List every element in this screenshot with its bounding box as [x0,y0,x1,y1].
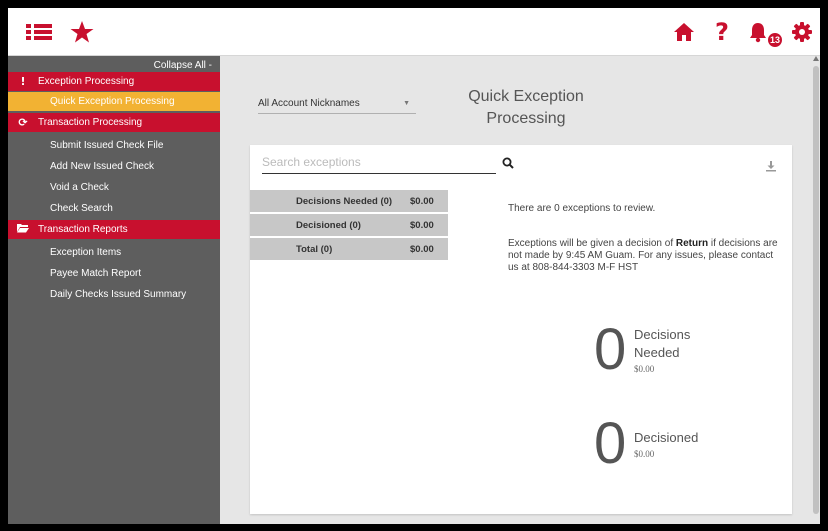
decision-summary-table: Decisions Needed (0) $0.00 Decisioned (0… [250,190,448,262]
decisioned-summary: 0 Decisioned $0.00 [594,415,698,473]
stat-row-total: Total (0) $0.00 [250,238,448,262]
sidebar-item-void-a-check[interactable]: Void a Check [8,178,220,197]
summary-label-line1: Decisioned [634,430,699,445]
scrollbar-thumb[interactable] [813,66,819,514]
exclamation-icon: ! [20,75,26,88]
stat-row-decisioned: Decisioned (0) $0.00 [250,214,448,238]
summary-amount: $0.00 [634,449,655,459]
sidebar: Collapse All - ! Exception Processing Qu… [8,56,220,524]
decisions-needed-summary: 0 Decisions Needed $0.00 [594,321,690,379]
summary-label-line1: Decisions [634,327,691,342]
sidebar-section-transaction-reports[interactable]: Transaction Reports [8,220,220,239]
home-icon[interactable] [670,18,698,46]
summary-text: Decisioned $0.00 [634,429,698,459]
list-icon[interactable] [26,18,54,46]
scroll-up-arrow-icon[interactable] [813,56,819,61]
summary-count: 0 [594,317,627,382]
sidebar-section-label: Transaction Processing [38,117,143,128]
app-window: ? 13 Collapse All - ! Exception Processi… [8,8,820,524]
search-container [262,152,514,174]
sidebar-item-submit-issued-check-file[interactable]: Submit Issued Check File [8,136,220,155]
chevron-down-icon: ▼ [403,100,410,107]
main-content: All Account Nicknames ▼ Quick Exception … [220,56,820,524]
stat-value: $0.00 [410,243,434,255]
sidebar-section-transaction-processing[interactable]: ⟳ Transaction Processing [8,113,220,132]
search-icon[interactable] [502,156,514,169]
account-nickname-value: All Account Nicknames [258,98,360,109]
vertical-scrollbar[interactable] [812,56,820,524]
sidebar-item-check-search[interactable]: Check Search [8,199,220,218]
sidebar-item-add-new-issued-check[interactable]: Add New Issued Check [8,157,220,176]
page-title: Quick Exception Processing [468,88,584,127]
exceptions-card: Decisions Needed (0) $0.00 Decisioned (0… [250,145,792,514]
top-bar: ? 13 [8,8,820,56]
star-icon[interactable] [68,18,96,46]
sidebar-item-daily-checks-issued-summary[interactable]: Daily Checks Issued Summary [8,285,220,304]
summary-amount: $0.00 [634,364,655,374]
summary-text: Decisions Needed $0.00 [634,326,690,374]
summary-count: 0 [594,411,627,476]
summary-label-line2: Needed [634,345,680,360]
sidebar-item-payee-match-report[interactable]: Payee Match Report [8,264,220,283]
rule-text-bold: Return [675,238,709,249]
sidebar-item-exception-items[interactable]: Exception Items [8,243,220,262]
gear-icon[interactable] [788,18,816,46]
question-glyph: ? [715,18,729,46]
sidebar-section-label: Exception Processing [38,76,135,87]
refresh-icon: ⟳ [18,116,28,129]
question-icon[interactable]: ? [708,18,736,46]
sidebar-section-label: Transaction Reports [38,224,128,235]
notification-count-badge: 13 [767,32,783,48]
stat-value: $0.00 [410,219,434,231]
folder-open-icon [8,223,38,236]
sidebar-section-exception-processing[interactable]: ! Exception Processing [8,72,220,91]
stat-label: Total (0) [296,243,333,255]
download-icon[interactable] [765,159,777,172]
stat-label: Decisions Needed (0) [296,195,393,207]
sidebar-item-quick-exception-processing[interactable]: Quick Exception Processing [8,92,220,111]
stat-value: $0.00 [410,195,434,207]
account-nickname-select[interactable]: All Account Nicknames ▼ [258,94,416,114]
stat-row-decisions-needed: Decisions Needed (0) $0.00 [250,190,448,214]
decision-rule-message: Exceptions will be given a decision of R… [508,238,778,274]
search-input[interactable] [262,152,472,172]
stat-label: Decisioned (0) [296,219,361,231]
rule-text-before: Exceptions will be given a decision of [508,238,676,249]
collapse-all-link[interactable]: Collapse All - [154,60,212,71]
exceptions-count-message: There are 0 exceptions to review. [508,203,656,214]
